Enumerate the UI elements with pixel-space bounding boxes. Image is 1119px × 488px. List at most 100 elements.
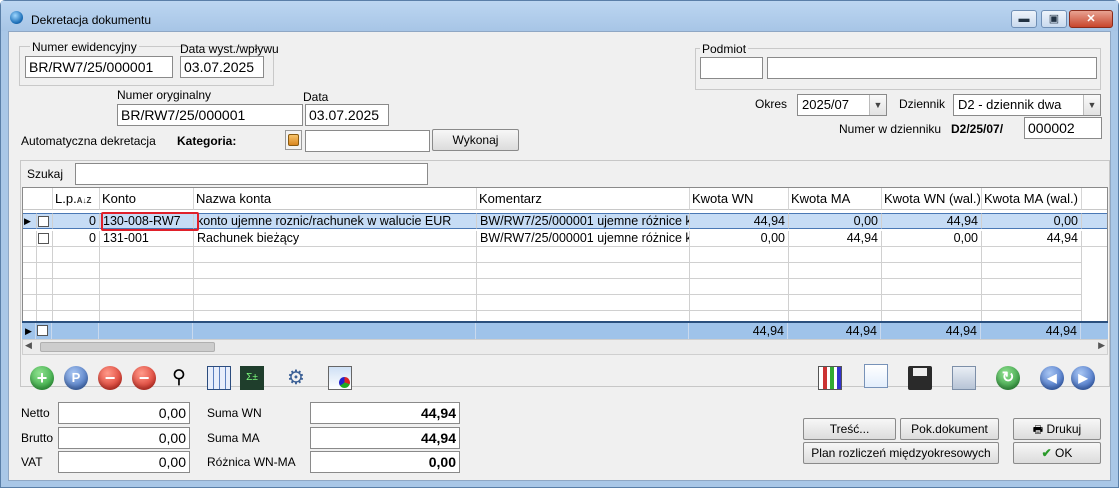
roznica-label: Różnica WN-MA: [207, 455, 296, 469]
column-header-nazwa-konta[interactable]: Nazwa konta: [194, 188, 477, 210]
totals-checkbox[interactable]: [36, 323, 52, 339]
document-icon[interactable]: [864, 364, 888, 388]
chart-icon[interactable]: [818, 366, 842, 390]
calendar-grid-icon[interactable]: [207, 366, 231, 390]
window-chart-icon[interactable]: [328, 366, 352, 390]
settings-gears-icon[interactable]: ⚙: [284, 366, 308, 390]
cell-lp: 0: [53, 213, 100, 229]
dziennik-select[interactable]: D2 - dziennik dwa ▼: [953, 94, 1101, 116]
plan-rozliczen-button[interactable]: Plan rozliczeń międzyokresowych: [803, 442, 999, 464]
horizontal-scrollbar[interactable]: ◀ ▶: [22, 339, 1108, 355]
cell-kwota-wn-wal: 0,00: [882, 231, 982, 247]
roznica-field: 0,00: [310, 451, 460, 473]
netto-field[interactable]: 0,00: [58, 402, 190, 424]
scrollbar-thumb[interactable]: [40, 342, 215, 352]
data-field[interactable]: 03.07.2025: [305, 104, 389, 126]
add-icon[interactable]: +: [30, 366, 54, 390]
column-header-overflow: [1082, 188, 1107, 210]
tresc-button[interactable]: Treść...: [803, 418, 896, 440]
row-checkbox[interactable]: [37, 213, 53, 229]
netto-label: Netto: [21, 406, 50, 420]
kategoria-field[interactable]: [305, 130, 430, 152]
data-label: Data: [303, 90, 329, 104]
row-pointer-icon: ▶: [23, 213, 37, 229]
row-pointer-icon: ▶: [22, 323, 36, 339]
brutto-field[interactable]: 0,00: [58, 427, 190, 449]
drukuj-button[interactable]: 🖶 Drukuj: [1013, 418, 1101, 440]
edit-preview-icon[interactable]: P: [64, 366, 88, 390]
title-bar: Dekretacja dokumentu ▬ ▣ ✕: [1, 1, 1118, 31]
brutto-label: Brutto: [21, 431, 54, 445]
row-checkbox[interactable]: [37, 231, 53, 247]
windows-icon[interactable]: [952, 366, 976, 390]
pok-dokument-button[interactable]: Pok.dokument: [900, 418, 999, 440]
numer-oryginalny-label: Numer oryginalny: [117, 88, 212, 102]
table-row[interactable]: 0 131-001 Rachunek bieżący BW/RW7/25/000…: [23, 231, 1107, 247]
column-header-komentarz[interactable]: Komentarz: [477, 188, 690, 210]
scroll-right-icon[interactable]: ▶: [1098, 340, 1105, 351]
previous-icon[interactable]: ◀: [1040, 366, 1064, 390]
column-header-kwota-ma-wal[interactable]: Kwota MA (wal.): [982, 188, 1082, 210]
search-label: Szukaj: [27, 167, 64, 181]
cell-komentarz: BW/RW7/25/000001 ujemne różnice kursowe: [477, 213, 690, 229]
data-wyst-field[interactable]: 03.07.2025: [180, 56, 264, 78]
column-header-lp[interactable]: L.p.A↓Z: [53, 188, 100, 210]
save-icon[interactable]: [908, 366, 932, 390]
podmiot-code-field[interactable]: [700, 57, 763, 79]
total-kwota-ma: 44,94: [788, 323, 881, 339]
checkmark-icon: ✔: [1041, 446, 1052, 460]
numer-w-dzienniku-prefix: D2/25/07/: [951, 122, 1004, 136]
app-icon: [10, 11, 23, 24]
cell-kwota-ma: 44,94: [789, 231, 882, 247]
search-input[interactable]: [75, 163, 428, 185]
cell-konto[interactable]: 131-001: [100, 231, 194, 247]
cell-kwota-ma: 0,00: [789, 213, 882, 229]
data-wyst-label: Data wyst./wpływu: [180, 42, 279, 56]
ok-button[interactable]: ✔ OK: [1013, 442, 1101, 464]
cell-kwota-ma-wal: 44,94: [982, 231, 1082, 247]
cell-lp: 0: [53, 231, 100, 247]
numer-oryginalny-field[interactable]: BR/RW7/25/000001: [117, 104, 303, 126]
cell-nazwa: konto ujemne roznic/rachunek w walucie E…: [194, 213, 477, 229]
scroll-left-icon[interactable]: ◀: [25, 340, 32, 351]
wykonaj-button[interactable]: Wykonaj: [432, 129, 519, 151]
total-kwota-wn-wal: 44,94: [881, 323, 981, 339]
row-indicator-header: [23, 188, 53, 210]
maximize-button[interactable]: ▣: [1041, 10, 1067, 28]
main-window: Dekretacja dokumentu ▬ ▣ ✕ Numer ewidenc…: [0, 0, 1119, 488]
okres-value: 2025/07: [802, 97, 849, 112]
empty-row: [23, 263, 1107, 279]
refresh-icon[interactable]: ↻: [996, 366, 1020, 390]
kategoria-picker-button[interactable]: [285, 130, 302, 150]
cell-kwota-wn: 44,94: [690, 213, 789, 229]
kategoria-label: Kategoria:: [177, 134, 237, 148]
column-header-konto[interactable]: Konto: [100, 188, 194, 210]
vat-field[interactable]: 0,00: [58, 451, 190, 473]
calculator-icon[interactable]: Σ±: [240, 366, 264, 390]
binoculars-icon[interactable]: ⚲: [172, 366, 196, 390]
suma-ma-field: 44,94: [310, 427, 460, 449]
highlight-box: [101, 212, 199, 231]
cell-kwota-wn-wal: 44,94: [882, 213, 982, 229]
suma-wn-field: 44,94: [310, 402, 460, 424]
cell-nazwa: Rachunek bieżący: [194, 231, 477, 247]
numer-w-dzienniku-field[interactable]: 000002: [1024, 117, 1102, 139]
delete-icon[interactable]: −: [98, 366, 122, 390]
next-icon[interactable]: ▶: [1071, 366, 1095, 390]
close-button[interactable]: ✕: [1069, 10, 1113, 28]
column-header-kwota-ma[interactable]: Kwota MA: [789, 188, 882, 210]
podmiot-name-field[interactable]: [767, 57, 1097, 79]
column-header-kwota-wn[interactable]: Kwota WN: [690, 188, 789, 210]
numer-w-dzienniku-label: Numer w dzienniku: [839, 122, 942, 136]
delete-selected-icon[interactable]: −: [132, 366, 156, 390]
total-kwota-wn: 44,94: [689, 323, 788, 339]
dialog-body: Numer ewidencyjny BR/RW7/25/000001 Data …: [8, 31, 1111, 481]
cell-kwota-ma-wal: 0,00: [982, 213, 1082, 229]
dziennik-value: D2 - dziennik dwa: [958, 97, 1062, 112]
numer-ewidencyjny-field[interactable]: BR/RW7/25/000001: [25, 56, 173, 78]
minimize-button[interactable]: ▬: [1011, 10, 1037, 28]
table-totals-row: ▶ 44,94 44,94 44,94 44,94: [22, 321, 1108, 339]
okres-select[interactable]: 2025/07 ▼: [797, 94, 887, 116]
auto-dekretacja-label: Automatyczna dekretacja: [21, 134, 156, 148]
column-header-kwota-wn-wal[interactable]: Kwota WN (wal.): [882, 188, 982, 210]
